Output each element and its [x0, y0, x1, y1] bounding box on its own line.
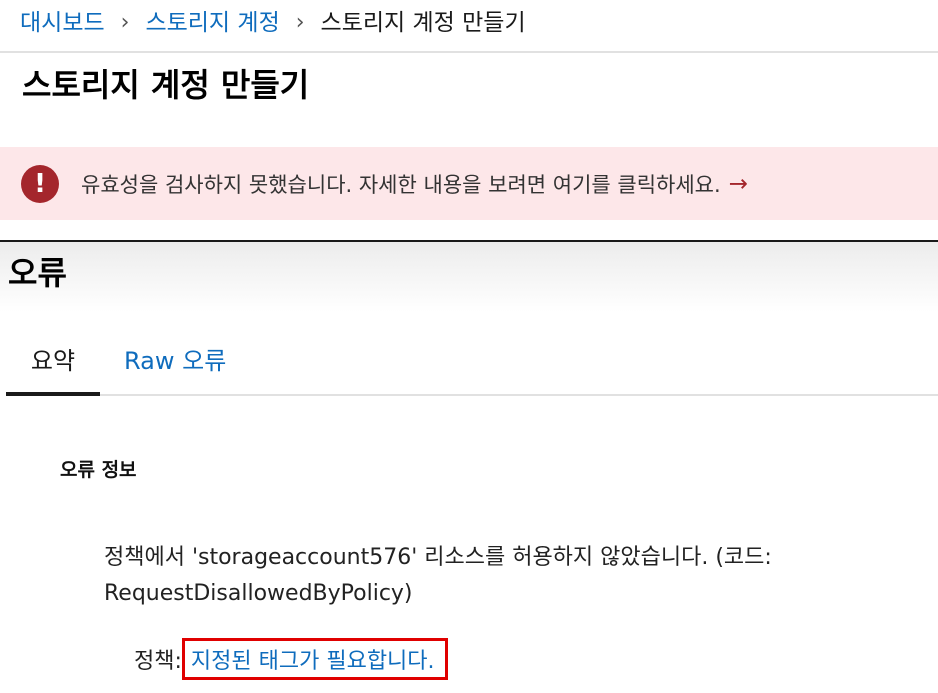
breadcrumb-storage-accounts-link[interactable]: 스토리지 계정: [145, 6, 279, 40]
error-details-heading: 오류 정보: [60, 459, 137, 481]
chevron-right-icon: ›: [295, 10, 305, 35]
tab-raw-error[interactable]: Raw 오류: [124, 338, 226, 392]
breadcrumb-divider: [0, 51, 938, 53]
page: 대시보드 › 스토리지 계정 › 스토리지 계정 만들기 스토리지 계정 만들기…: [0, 0, 938, 693]
tab-summary[interactable]: 요약: [6, 338, 100, 396]
breadcrumb-dashboard-link[interactable]: 대시보드: [20, 6, 105, 40]
policy-label: 정책:: [134, 649, 182, 674]
breadcrumb-current: 스토리지 계정 만들기: [320, 10, 526, 36]
blade-title: 오류: [8, 254, 67, 292]
validation-error-banner[interactable]: ! 유효성을 검사하지 못했습니다. 자세한 내용을 보려면 여기를 클릭하세요…: [0, 147, 938, 220]
error-icon: !: [21, 164, 59, 203]
blade-header: [0, 242, 938, 312]
policy-row: 정책: 지정된 태그가 필요합니다.: [134, 638, 448, 680]
arrow-right-icon: →: [728, 170, 748, 197]
chevron-right-icon: ›: [120, 10, 130, 35]
error-message: 정책에서 'storageaccount576' 리소스를 허용하지 않았습니다…: [104, 545, 772, 606]
policy-link[interactable]: 지정된 태그가 필요합니다.: [181, 638, 448, 680]
breadcrumb: 대시보드 › 스토리지 계정 › 스토리지 계정 만들기: [20, 6, 526, 40]
page-title: 스토리지 계정 만들기: [22, 66, 310, 104]
tab-bar: 요약 Raw 오류: [6, 338, 938, 396]
banner-message: 유효성을 검사하지 못했습니다. 자세한 내용을 보려면 여기를 클릭하세요.: [81, 172, 721, 197]
